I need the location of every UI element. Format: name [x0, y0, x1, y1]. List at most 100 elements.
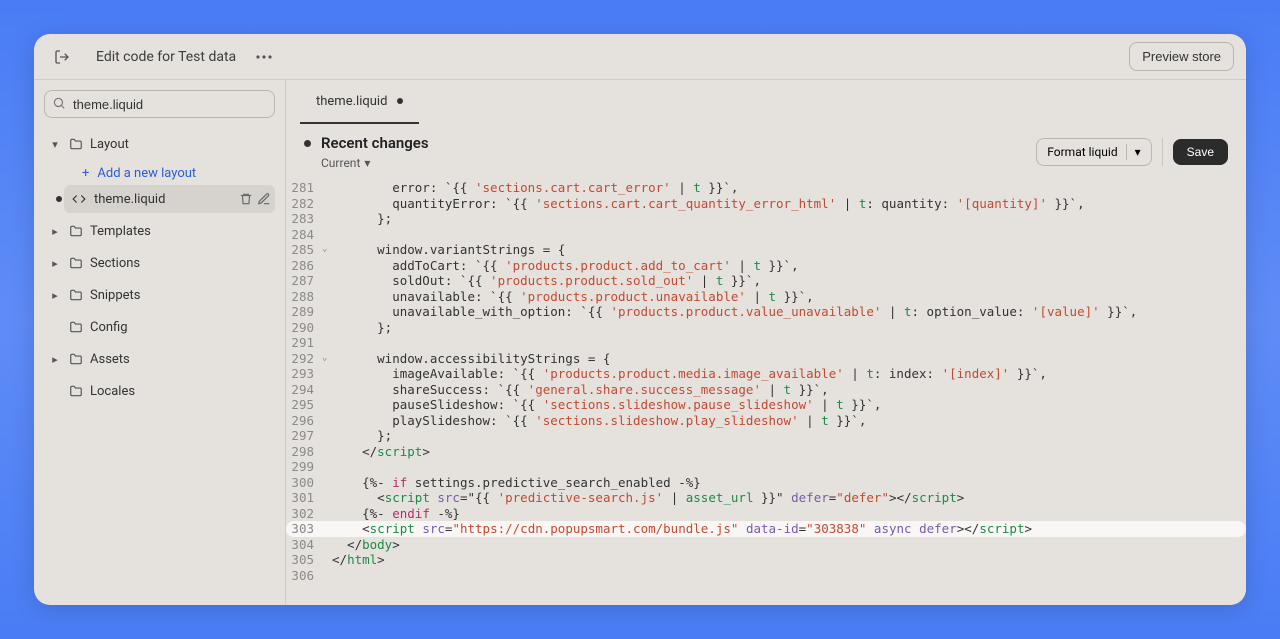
add-layout-label: Add a new layout: [97, 166, 196, 181]
add-layout-button[interactable]: + Add a new layout: [64, 162, 275, 185]
exit-button[interactable]: [46, 41, 78, 73]
fold-icon[interactable]: ⌄: [322, 242, 332, 258]
code-line[interactable]: 302 {%- endif -%}: [286, 506, 1246, 522]
fold-icon: [322, 196, 332, 212]
chevron-down-icon: ▾: [364, 156, 370, 170]
code-line[interactable]: 283 };: [286, 211, 1246, 227]
line-number: 292: [286, 351, 322, 367]
code-line[interactable]: 295 pauseSlideshow: `{{ 'sections.slides…: [286, 397, 1246, 413]
code-line[interactable]: 286 addToCart: `{{ 'products.product.add…: [286, 258, 1246, 274]
file-label: theme.liquid: [94, 192, 233, 207]
rename-file-button[interactable]: [257, 192, 271, 206]
code-line[interactable]: 301 <script src="{{ 'predictive-search.j…: [286, 490, 1246, 506]
code-line[interactable]: 293 imageAvailable: `{{ 'products.produc…: [286, 366, 1246, 382]
folder-layout[interactable]: ▾ Layout: [44, 130, 275, 158]
code-line[interactable]: 289 unavailable_with_option: `{{ 'produc…: [286, 304, 1246, 320]
fold-icon: [322, 382, 332, 398]
code-line[interactable]: 287 soldOut: `{{ 'products.product.sold_…: [286, 273, 1246, 289]
folder-locales[interactable]: Locales: [44, 377, 275, 405]
line-number: 299: [286, 459, 322, 475]
editor-tabs: theme.liquid: [286, 80, 1246, 124]
fold-icon[interactable]: ⌄: [322, 351, 332, 367]
folder-icon: [68, 352, 84, 366]
version-dropdown[interactable]: Current ▾: [321, 156, 429, 170]
code-line[interactable]: 290 };: [286, 320, 1246, 336]
line-number: 306: [286, 568, 322, 584]
code-text: };: [332, 211, 392, 227]
file-theme-liquid[interactable]: theme.liquid: [64, 185, 275, 213]
folder-templates[interactable]: ▸ Templates: [44, 217, 275, 245]
code-line[interactable]: 281 error: `{{ 'sections.cart.cart_error…: [286, 180, 1246, 196]
line-number: 291: [286, 335, 322, 351]
code-line[interactable]: 291: [286, 335, 1246, 351]
preview-store-button[interactable]: Preview store: [1129, 42, 1234, 71]
line-number: 303: [286, 521, 322, 537]
folder-label: Templates: [90, 224, 271, 239]
line-number: 281: [286, 180, 322, 196]
code-line[interactable]: 296 playSlideshow: `{{ 'sections.slidesh…: [286, 413, 1246, 429]
modified-dot-icon: [304, 140, 311, 147]
code-file-icon: [72, 192, 88, 206]
editor-header: Recent changes Current ▾ Format liquid ▾…: [286, 124, 1246, 180]
delete-file-button[interactable]: [239, 192, 253, 206]
line-number: 297: [286, 428, 322, 444]
file-search[interactable]: [44, 90, 275, 118]
folder-sections[interactable]: ▸ Sections: [44, 249, 275, 277]
line-number: 284: [286, 227, 322, 243]
recent-changes-label: Recent changes: [321, 134, 429, 152]
folder-label: Sections: [90, 256, 271, 271]
code-line[interactable]: 285⌄ window.variantStrings = {: [286, 242, 1246, 258]
folder-icon: [68, 137, 84, 151]
code-line[interactable]: 284: [286, 227, 1246, 243]
sidebar: ▾ Layout + Add a new layout theme.liquid: [34, 80, 286, 605]
code-line[interactable]: 305 </html>: [286, 552, 1246, 568]
line-number: 302: [286, 506, 322, 522]
version-label: Current: [321, 156, 360, 170]
folder-assets[interactable]: ▸ Assets: [44, 345, 275, 373]
line-number: 300: [286, 475, 322, 491]
code-editor[interactable]: 281 error: `{{ 'sections.cart.cart_error…: [286, 180, 1246, 605]
line-number: 301: [286, 490, 322, 506]
code-line[interactable]: 303 <script src="https://cdn.popupsmart.…: [286, 521, 1246, 537]
folder-config[interactable]: Config: [44, 313, 275, 341]
code-line[interactable]: 306: [286, 568, 1246, 584]
code-text: </html>: [332, 552, 385, 568]
save-button[interactable]: Save: [1173, 139, 1228, 165]
code-line[interactable]: 304 </body>: [286, 537, 1246, 553]
folder-snippets[interactable]: ▸ Snippets: [44, 281, 275, 309]
divider: [1162, 138, 1163, 166]
code-line[interactable]: 299: [286, 459, 1246, 475]
code-line[interactable]: 294 shareSuccess: `{{ 'general.share.suc…: [286, 382, 1246, 398]
code-line[interactable]: 292⌄ window.accessibilityStrings = {: [286, 351, 1246, 367]
fold-icon: [322, 413, 332, 429]
folder-label: Locales: [90, 384, 271, 399]
search-input[interactable]: [44, 90, 275, 118]
line-number: 290: [286, 320, 322, 336]
code-line[interactable]: 297 };: [286, 428, 1246, 444]
format-liquid-button[interactable]: Format liquid ▾: [1036, 138, 1151, 166]
line-number: 287: [286, 273, 322, 289]
more-menu-button[interactable]: [248, 41, 280, 73]
line-number: 305: [286, 552, 322, 568]
line-number: 298: [286, 444, 322, 460]
fold-icon: [322, 459, 332, 475]
line-number: 296: [286, 413, 322, 429]
folder-label: Snippets: [90, 288, 271, 303]
folder-icon: [68, 288, 84, 302]
fold-icon: [322, 227, 332, 243]
code-text: <script src="{{ 'predictive-search.js' |…: [332, 490, 964, 506]
topbar: Edit code for Test data Preview store: [34, 34, 1246, 80]
code-text: addToCart: `{{ 'products.product.add_to_…: [332, 258, 799, 274]
code-line[interactable]: 282 quantityError: `{{ 'sections.cart.ca…: [286, 196, 1246, 212]
line-number: 285: [286, 242, 322, 258]
code-text: {%- if settings.predictive_search_enable…: [332, 475, 701, 491]
line-number: 283: [286, 211, 322, 227]
code-line[interactable]: 288 unavailable: `{{ 'products.product.u…: [286, 289, 1246, 305]
tab-theme-liquid[interactable]: theme.liquid: [300, 80, 419, 124]
fold-icon: [322, 428, 332, 444]
code-line[interactable]: 298 </script>: [286, 444, 1246, 460]
folder-icon: [68, 384, 84, 398]
code-line[interactable]: 300 {%- if settings.predictive_search_en…: [286, 475, 1246, 491]
fold-icon: [322, 273, 332, 289]
line-number: 288: [286, 289, 322, 305]
